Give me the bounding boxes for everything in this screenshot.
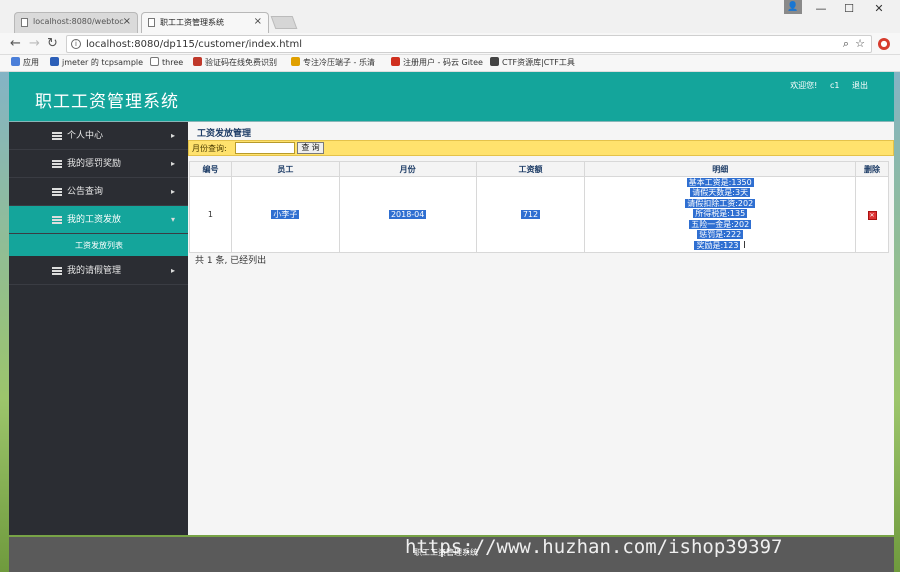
cell-delete: ✕ bbox=[855, 176, 889, 253]
watermark-text: https://www.huzhan.com/ishop39397 bbox=[405, 536, 783, 558]
bookmark-apps[interactable]: 应用 bbox=[11, 57, 39, 68]
sidebar-subitem-salary-list[interactable]: 工资发放列表 bbox=[9, 234, 188, 257]
shield-icon bbox=[50, 57, 59, 66]
browser-tab-1[interactable]: localhost:8080/webtoc × bbox=[14, 12, 138, 33]
tab-title: localhost:8080/webtoc bbox=[33, 17, 124, 26]
detail-line: 请假天数是:3天 bbox=[690, 188, 751, 198]
detail-line: 五险一金是:202 bbox=[689, 219, 752, 229]
stack-icon bbox=[52, 188, 62, 196]
back-arrow-icon[interactable]: ← bbox=[10, 36, 21, 51]
window-close-button[interactable]: ✕ bbox=[866, 2, 892, 16]
bookmark-terminal[interactable]: 专注冷压端子 - 乐清 bbox=[291, 57, 375, 68]
bookmark-ctf[interactable]: CTF资源库|CTF工具 bbox=[490, 57, 575, 68]
browser-toolbar: ← → ↻ i localhost:8080/dp115/customer/in… bbox=[0, 33, 900, 55]
stack-icon bbox=[52, 267, 62, 275]
detail-line: 惩罚是:222 bbox=[697, 230, 744, 240]
cell-month: 2018-04 bbox=[338, 176, 477, 253]
detail-line: 基本工资是:1350 bbox=[686, 177, 754, 187]
cell-amount: 712 bbox=[475, 176, 586, 253]
column-header-month: 月份 bbox=[338, 161, 477, 177]
close-tab-icon[interactable]: × bbox=[123, 16, 131, 27]
person-icon bbox=[490, 57, 499, 66]
browser-tab-strip: localhost:8080/webtoc × 职工工资管理系统 × 👤 — ☐… bbox=[0, 0, 900, 33]
logout-link[interactable]: 退出 bbox=[852, 81, 868, 90]
bookmark-star-icon[interactable]: ☆ bbox=[855, 37, 865, 50]
bookmark-gitee[interactable]: 注册用户 - 码云 Gitee bbox=[391, 57, 483, 68]
chevron-down-icon: ▾ bbox=[170, 215, 175, 224]
chevron-right-icon: ▸ bbox=[170, 131, 175, 140]
address-bar[interactable]: i localhost:8080/dp115/customer/index.ht… bbox=[66, 35, 872, 53]
page-icon bbox=[21, 18, 28, 27]
chevron-right-icon: ▸ bbox=[170, 187, 175, 196]
user-profile-icon[interactable]: 👤 bbox=[784, 0, 802, 14]
text-cursor-icon: Ι bbox=[742, 239, 746, 251]
app-title: 职工工资管理系统 bbox=[35, 92, 179, 112]
detail-line: 所得税是:135 bbox=[693, 209, 748, 219]
info-icon[interactable]: i bbox=[71, 39, 81, 49]
detail-line: 请假扣除工资:202 bbox=[685, 198, 756, 208]
maximize-button[interactable]: ☐ bbox=[836, 2, 862, 16]
site-icon bbox=[193, 57, 202, 66]
bookmarks-bar: 应用 jmeter 的 tcpsample three 验证码在线免费识别 专注… bbox=[0, 55, 900, 72]
stack-icon bbox=[52, 132, 62, 140]
stack-icon bbox=[52, 160, 62, 168]
stack-icon bbox=[52, 216, 62, 224]
apps-grid-icon bbox=[11, 57, 20, 66]
table-row: 1 小李子 2018-04 712 基本工资是:1350 请假天数是:3天 请假… bbox=[189, 176, 889, 253]
bookmark-three[interactable]: three bbox=[150, 57, 183, 67]
sidebar-item-announcements[interactable]: 公告查询 ▸ bbox=[9, 178, 188, 206]
page-icon bbox=[148, 18, 155, 27]
page-icon bbox=[150, 57, 159, 66]
column-header-details: 明细 bbox=[584, 161, 856, 177]
sidebar-item-leave[interactable]: 我的请假管理 ▸ bbox=[9, 257, 188, 285]
sidebar-item-rewards-penalties[interactable]: 我的惩罚奖励 ▸ bbox=[9, 150, 188, 178]
bookmark-captcha[interactable]: 验证码在线免费识别 bbox=[193, 57, 277, 68]
main-content: 工资发放管理 月份查询: 查 询 编号 员工 月份 工资额 明细 删除 1 小李… bbox=[188, 122, 894, 535]
gitee-icon bbox=[391, 57, 400, 66]
column-header-delete: 删除 bbox=[855, 161, 889, 177]
browser-tab-2[interactable]: 职工工资管理系统 × bbox=[141, 12, 269, 33]
column-header-employee: 员工 bbox=[230, 161, 340, 177]
extension-icon[interactable]: ● bbox=[878, 38, 890, 50]
welcome-text: 欢迎您! bbox=[790, 81, 818, 90]
minimize-button[interactable]: — bbox=[808, 2, 834, 16]
username: c1 bbox=[829, 81, 840, 90]
forward-arrow-icon[interactable]: → bbox=[29, 36, 40, 51]
column-header-id: 编号 bbox=[189, 161, 232, 177]
chevron-right-icon: ▸ bbox=[170, 159, 175, 168]
close-tab-icon[interactable]: × bbox=[254, 16, 262, 27]
zoom-icon[interactable]: ⌕ bbox=[843, 37, 849, 51]
sidebar-item-salary[interactable]: 我的工资发放 ▾ bbox=[9, 206, 188, 234]
tab-title: 职工工资管理系统 bbox=[160, 18, 224, 27]
search-bar: 月份查询: 查 询 bbox=[188, 140, 894, 156]
bookmark-jmeter[interactable]: jmeter 的 tcpsample bbox=[50, 57, 143, 68]
page-title: 工资发放管理 bbox=[197, 129, 252, 139]
cell-employee: 小李子 bbox=[230, 176, 340, 253]
table-header-row: 编号 员工 月份 工资额 明细 删除 bbox=[189, 161, 889, 177]
detail-line: 奖励是:123 bbox=[694, 240, 741, 250]
app-window: 职工工资管理系统 欢迎您! c1 退出 个人中心 ▸ 我的惩罚奖励 ▸ 公告查询… bbox=[9, 72, 894, 572]
reload-icon[interactable]: ↻ bbox=[47, 36, 58, 51]
month-search-input[interactable] bbox=[235, 142, 295, 154]
column-header-amount: 工资额 bbox=[475, 161, 586, 177]
cell-details: 基本工资是:1350 请假天数是:3天 请假扣除工资:202 所得税是:135 … bbox=[584, 176, 856, 253]
query-button[interactable]: 查 询 bbox=[297, 142, 324, 154]
chevron-right-icon: ▸ bbox=[170, 266, 175, 275]
app-header: 职工工资管理系统 欢迎您! c1 退出 bbox=[9, 72, 894, 121]
table-footer-count: 共 1 条, 已经列出 bbox=[195, 256, 267, 266]
header-user-area: 欢迎您! c1 退出 bbox=[780, 80, 868, 91]
salary-table: 编号 员工 月份 工资额 明细 删除 1 小李子 2018-04 712 基本工… bbox=[189, 161, 889, 253]
delete-icon[interactable]: ✕ bbox=[867, 210, 877, 220]
sidebar-item-personal-center[interactable]: 个人中心 ▸ bbox=[9, 122, 188, 150]
url-text[interactable]: localhost:8080/dp115/customer/index.html bbox=[86, 39, 302, 50]
cell-id: 1 bbox=[189, 176, 232, 253]
sidebar: 个人中心 ▸ 我的惩罚奖励 ▸ 公告查询 ▸ 我的工资发放 ▾ 工资发放列表 我… bbox=[9, 122, 188, 535]
new-tab-button[interactable] bbox=[270, 16, 298, 29]
month-search-label: 月份查询: bbox=[192, 144, 227, 153]
site-icon bbox=[291, 57, 300, 66]
